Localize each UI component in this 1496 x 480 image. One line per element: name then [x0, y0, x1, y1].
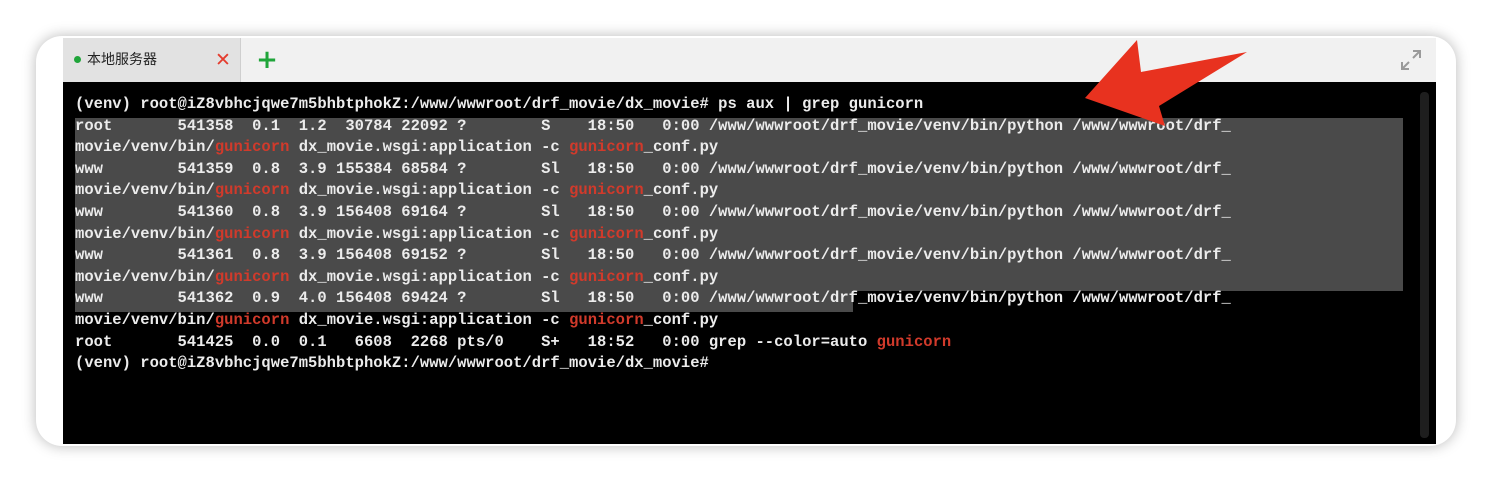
- terminal-line: www 541361 0.8 3.9 156408 69152 ? Sl 18:…: [75, 245, 1415, 267]
- terminal-text-segment: dx_movie.wsgi:application -c: [289, 310, 570, 329]
- terminal-line: movie/venv/bin/gunicorn dx_movie.wsgi:ap…: [75, 180, 1415, 202]
- terminal-line: www 541362 0.9 4.0 156408 69424 ? Sl 18:…: [75, 288, 1415, 310]
- terminal-line: movie/venv/bin/gunicorn dx_movie.wsgi:ap…: [75, 137, 1415, 159]
- terminal-text-segment: dx_movie.wsgi:application -c: [289, 267, 570, 286]
- highlight-match: gunicorn: [214, 267, 290, 286]
- terminal-line: root 541425 0.0 0.1 6608 2268 pts/0 S+ 1…: [75, 332, 1415, 354]
- terminal-text-segment: www 541359 0.8 3.9 155384 68584 ? Sl 18:…: [75, 159, 1231, 178]
- status-dot-icon: [74, 56, 81, 63]
- terminal-text-segment: _conf.py: [643, 138, 719, 157]
- terminal-text-segment: (venv) root@iZ8vbhcjqwe7m5bhbtphokZ:/www…: [75, 354, 719, 373]
- terminal-text-segment: movie/venv/bin/: [75, 267, 215, 286]
- terminal[interactable]: (venv) root@iZ8vbhcjqwe7m5bhbtphokZ:/www…: [63, 82, 1436, 444]
- terminal-text-segment: dx_movie.wsgi:application -c: [289, 138, 570, 157]
- terminal-text-segment: _conf.py: [643, 310, 719, 329]
- highlight-match: gunicorn: [214, 310, 290, 329]
- terminal-text-segment: root 541425 0.0 0.1 6608 2268 pts/0 S+ 1…: [75, 332, 877, 351]
- red-arrow-annotation: [1085, 40, 1247, 126]
- terminal-text-segment: movie/venv/bin/: [75, 181, 215, 200]
- expand-icon[interactable]: [1399, 48, 1423, 72]
- terminal-line: www 541359 0.8 3.9 155384 68584 ? Sl 18:…: [75, 159, 1415, 181]
- highlight-match: gunicorn: [876, 332, 952, 351]
- terminal-text-segment: _conf.py: [643, 224, 719, 243]
- terminal-text-segment: www 541360 0.8 3.9 156408 69164 ? Sl 18:…: [75, 202, 1231, 221]
- terminal-text-segment: movie/venv/bin/: [75, 224, 215, 243]
- terminal-text-segment: movie/venv/bin/: [75, 310, 215, 329]
- highlight-match: gunicorn: [214, 181, 290, 200]
- terminal-output: (venv) root@iZ8vbhcjqwe7m5bhbtphokZ:/www…: [75, 94, 1415, 375]
- terminal-line: movie/venv/bin/gunicorn dx_movie.wsgi:ap…: [75, 224, 1415, 246]
- terminal-line: www 541360 0.8 3.9 156408 69164 ? Sl 18:…: [75, 202, 1415, 224]
- close-tab-icon[interactable]: ✕: [211, 48, 235, 72]
- highlight-match: gunicorn: [569, 181, 644, 200]
- terminal-scrollbar[interactable]: [1420, 92, 1429, 438]
- terminal-text-segment: _conf.py: [643, 181, 719, 200]
- highlight-match: gunicorn: [214, 138, 290, 157]
- terminal-text-segment: dx_movie.wsgi:application -c: [289, 181, 570, 200]
- terminal-line: movie/venv/bin/gunicorn dx_movie.wsgi:ap…: [75, 310, 1415, 332]
- highlight-match: gunicorn: [214, 224, 290, 243]
- highlight-match: gunicorn: [569, 310, 644, 329]
- add-tab-button[interactable]: +: [253, 46, 281, 74]
- terminal-text-segment: www 541361 0.8 3.9 156408 69152 ? Sl 18:…: [75, 246, 1231, 265]
- terminal-text-segment: _conf.py: [643, 267, 719, 286]
- terminal-text-segment: www 541362 0.9 4.0 156408 69424 ? Sl 18:…: [75, 289, 1231, 308]
- terminal-text-segment: root 541358 0.1 1.2 30784 22092 ? S 18:5…: [75, 116, 1231, 135]
- highlight-match: gunicorn: [569, 267, 644, 286]
- highlight-match: gunicorn: [569, 224, 644, 243]
- tab-title: 本地服务器: [87, 52, 157, 68]
- highlight-match: gunicorn: [569, 138, 644, 157]
- terminal-text-segment: movie/venv/bin/: [75, 138, 215, 157]
- tab-local-server[interactable]: 本地服务器 ✕: [63, 38, 241, 82]
- terminal-line: movie/venv/bin/gunicorn dx_movie.wsgi:ap…: [75, 267, 1415, 289]
- terminal-text-segment: (venv) root@iZ8vbhcjqwe7m5bhbtphokZ:/www…: [75, 95, 924, 113]
- terminal-text-segment: dx_movie.wsgi:application -c: [289, 224, 570, 243]
- terminal-line: (venv) root@iZ8vbhcjqwe7m5bhbtphokZ:/www…: [75, 353, 1415, 375]
